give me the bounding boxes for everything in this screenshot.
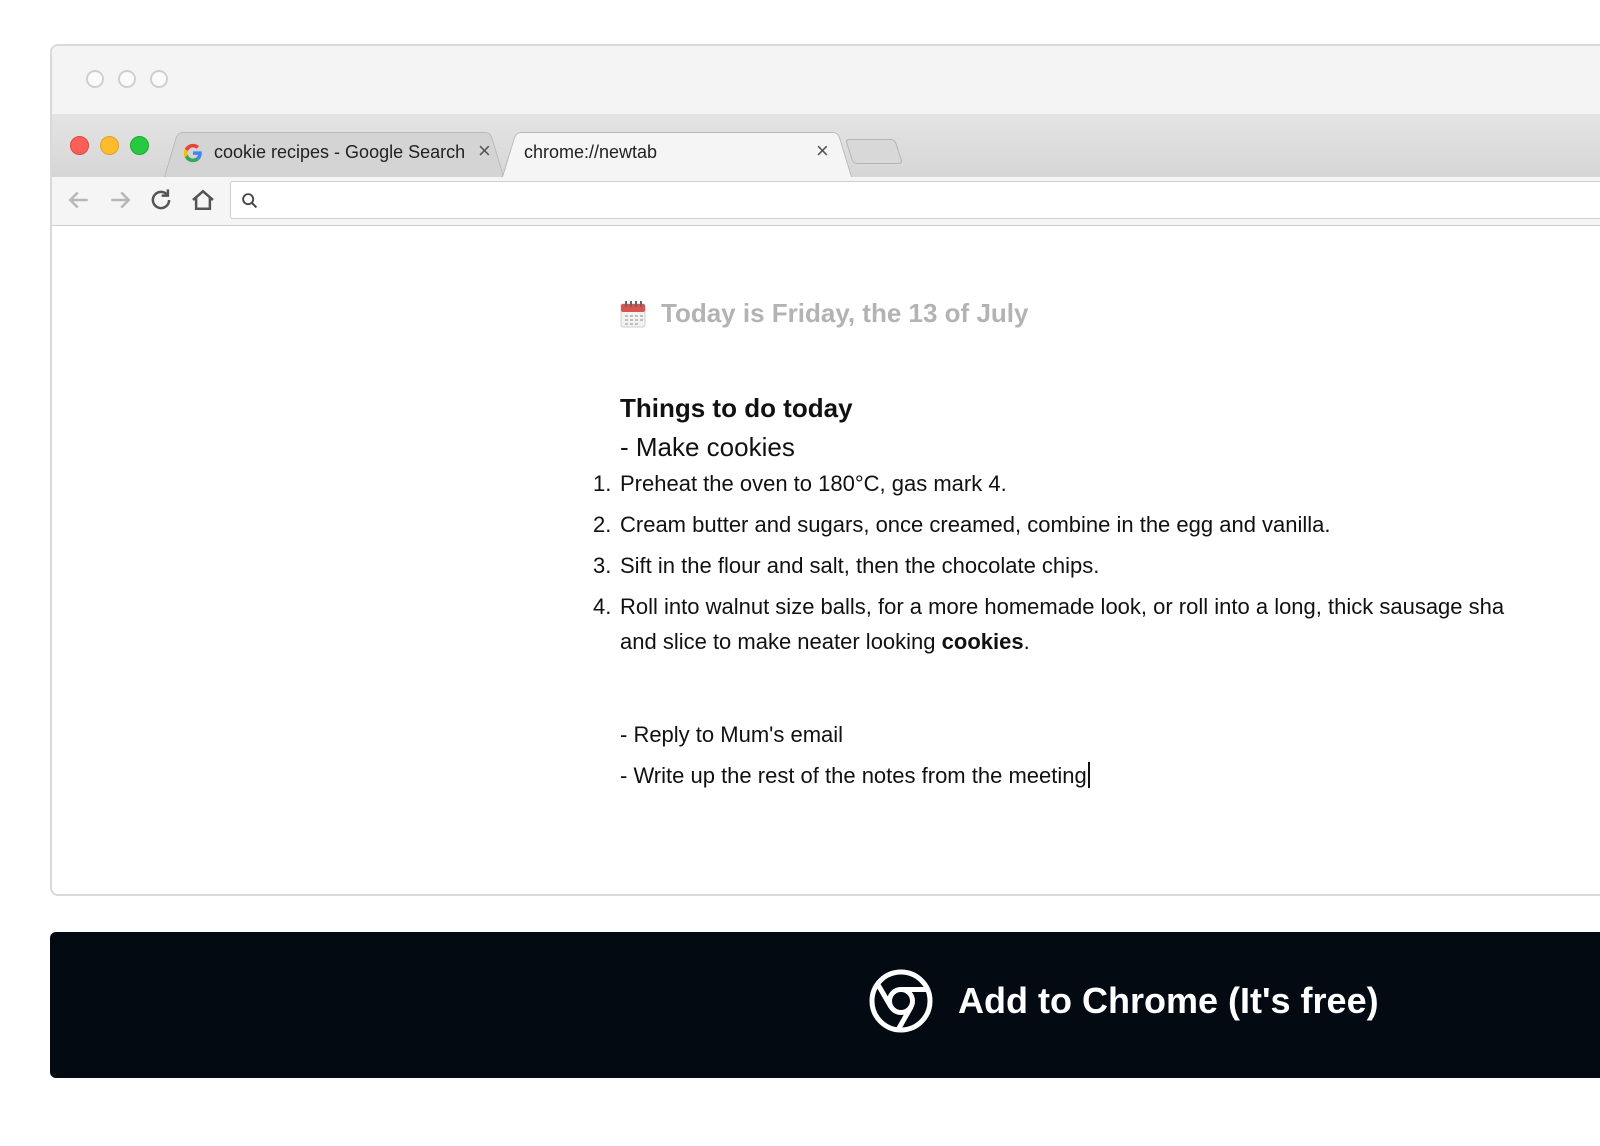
window-close-dot[interactable] [86,70,104,88]
list-item-text: Roll into walnut size balls, for a more … [620,594,1505,619]
window-minimize-dot[interactable] [118,70,136,88]
tab-close-icon[interactable]: × [816,139,829,163]
tab-cookie-recipes[interactable]: cookie recipes - Google Search × [164,128,504,177]
list-item-number: 3. [593,553,612,578]
calendar-icon [620,300,646,327]
task-text: - Write up the rest of the notes from th… [620,763,1087,788]
text-caret [1087,762,1090,788]
window-titlebar [52,46,1600,115]
recipe-steps: 1. Preheat the oven to 180°C, gas mark 4… [593,466,1600,659]
browser-window-frame: cookie recipes - Google Search × chrome:… [50,44,1600,896]
list-item-text: Preheat the oven to 180°C, gas mark 4. [620,471,1007,496]
list-item-text: Sift in the flour and salt, then the cho… [620,553,1100,578]
list-item-number: 2. [593,512,612,537]
list-item-number: 1. [593,471,612,496]
new-tab-button[interactable] [844,139,904,164]
window-zoom-dot[interactable] [150,70,168,88]
chrome-icon [869,969,933,1033]
list-item: 2. Cream butter and sugars, once creamed… [593,507,1600,542]
tab-newtab[interactable]: chrome://newtab × [502,128,852,177]
minimize-window-button[interactable] [100,136,119,155]
list-item: 1. Preheat the oven to 180°C, gas mark 4… [593,466,1600,501]
list-item-text-line2: and slice to make neater looking [620,629,942,654]
list-item: 4. Roll into walnut size balls, for a mo… [593,589,1600,659]
cta-content: Add to Chrome (It's free) [868,968,1379,1034]
list-item-text: Cream butter and sugars, once creamed, c… [620,512,1331,537]
close-window-button[interactable] [70,136,89,155]
notes-heading: Things to do today [620,393,853,423]
notes-subheading: - Make cookies [620,432,795,462]
list-item: 3. Sift in the flour and salt, then the … [593,548,1600,583]
home-icon[interactable] [188,185,218,215]
arrow-left-icon[interactable] [64,185,94,215]
list-item-bold-word: cookies [941,629,1024,654]
task-text: - Reply to Mum's email [620,722,844,747]
omnibox-input[interactable] [269,182,1573,220]
browser-toolbar [52,177,1600,226]
add-to-chrome-button[interactable]: Add to Chrome (It's free) [50,932,1600,1078]
tab-strip: cookie recipes - Google Search × chrome:… [52,114,1600,177]
google-icon [183,143,202,163]
page: cookie recipes - Google Search × chrome:… [0,0,1600,1146]
search-icon [242,193,258,209]
notes-editor[interactable]: Things to do today - Make cookies 1. Pre… [593,388,1600,799]
newtab-page: Today is Friday, the 13 of July Things t… [52,226,1600,886]
maximize-window-button[interactable] [130,136,149,155]
arrow-right-icon[interactable] [105,185,135,215]
reload-icon[interactable] [146,185,176,215]
list-item-text-end: . [1023,629,1030,654]
cta-label: Add to Chrome (It's free) [958,980,1379,1021]
tab-title: cookie recipes - Google Search [214,142,466,162]
task-item: - Reply to Mum's email [620,717,1600,752]
tab-close-icon[interactable]: × [478,139,491,163]
list-item-number: 4. [593,594,612,619]
tab-title: chrome://newtab [524,142,658,162]
omnibox[interactable] [230,181,1600,220]
task-item: - Write up the rest of the notes from th… [620,758,1600,793]
date-row: Today is Friday, the 13 of July [620,298,1028,329]
task-list: - Reply to Mum's email - Write up the re… [620,717,1600,793]
date-text: Today is Friday, the 13 of July [661,298,1029,328]
